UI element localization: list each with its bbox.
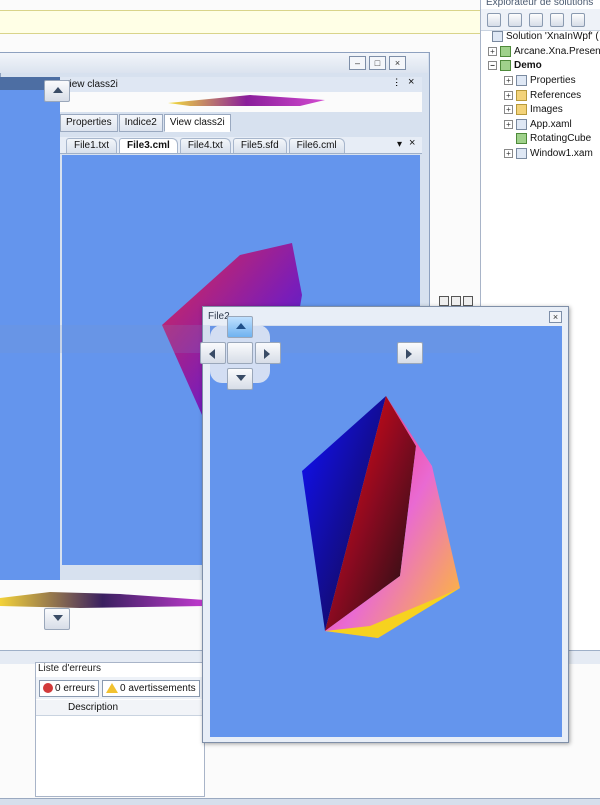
tab-indice2[interactable]: Indice2 — [118, 114, 163, 132]
tree-item[interactable]: + Properties — [504, 73, 576, 87]
project-icon — [500, 59, 511, 71]
error-list-title: Liste d'erreurs — [38, 663, 102, 674]
arrow-up-icon — [236, 323, 246, 329]
properties-icon[interactable] — [508, 12, 522, 27]
restore-icon[interactable] — [439, 296, 449, 306]
solution-explorer-title: Explorateur de solutions — [486, 0, 594, 8]
maximize-icon[interactable] — [451, 296, 461, 306]
tab-view-class2i[interactable]: View class2i — [163, 114, 231, 132]
dock-far-right-button[interactable] — [397, 342, 423, 364]
dock-top-button[interactable] — [227, 316, 253, 338]
arrow-up-icon — [53, 87, 63, 93]
tree-item-label: Images — [530, 103, 563, 115]
error-list-toolbar: 0 erreurs 0 avertissements — [36, 677, 204, 699]
file-tab[interactable]: File6.cml — [288, 138, 345, 153]
tree-item-label: Properties — [530, 74, 576, 86]
dock-left-button[interactable] — [200, 342, 226, 364]
tree-item[interactable]: Solution 'XnaInWpf' ( — [492, 29, 599, 43]
status-bar — [0, 798, 600, 805]
expand-icon[interactable]: + — [504, 90, 513, 100]
dock-far-top-button[interactable] — [44, 80, 70, 102]
tree-item[interactable]: + App.xaml — [504, 117, 572, 131]
tree-item-label: Window1.xam — [530, 147, 593, 159]
dock-right-button[interactable] — [255, 342, 281, 364]
tree-item-label: RotatingCube — [530, 132, 592, 144]
pin-icon[interactable]: ⵗ — [395, 78, 398, 89]
file-tab-active[interactable]: File3.cml — [119, 138, 178, 153]
tab-properties[interactable]: Properties — [60, 114, 118, 132]
file-tab[interactable]: File5.sfd — [232, 138, 287, 153]
expand-icon[interactable]: + — [504, 75, 513, 85]
arrow-down-icon — [236, 375, 246, 381]
expand-icon[interactable]: + — [504, 148, 513, 158]
cube-thumbnail-bottom — [0, 580, 205, 632]
close-button[interactable]: × — [389, 56, 406, 70]
warnings-count-label: 0 avertissements — [120, 682, 196, 694]
errors-filter-button[interactable]: 0 erreurs — [39, 679, 100, 697]
panel-tabs: Properties Indice2 View class2i — [60, 114, 231, 134]
tree-item[interactable]: + References — [504, 88, 581, 102]
properties-folder-icon — [516, 74, 527, 86]
errors-count-label: 0 erreurs — [55, 682, 96, 694]
floating-window-close-button[interactable]: × — [549, 311, 562, 323]
solution-icon — [492, 30, 503, 42]
error-icon — [43, 683, 53, 693]
rotating-cube-render-large — [302, 396, 460, 638]
expand-icon[interactable]: + — [488, 46, 497, 56]
tree-item-label: App.xaml — [530, 118, 572, 130]
solution-explorer-toolbar — [481, 9, 600, 31]
folder-icon — [516, 103, 527, 115]
xaml-file-icon — [516, 118, 527, 130]
arrow-right-icon — [406, 349, 412, 359]
dock-bottom-button[interactable] — [227, 368, 253, 390]
arrow-right-icon — [264, 349, 270, 359]
minimize-button[interactable]: – — [349, 56, 366, 70]
thumbnail-strip — [60, 92, 422, 112]
tree-item-label: Arcane.Xna.Presen — [514, 45, 600, 57]
tree-item[interactable]: − Demo — [488, 58, 542, 72]
tree-item-label: Solution 'XnaInWpf' ( — [506, 30, 599, 42]
close-icon[interactable] — [463, 296, 473, 306]
arrow-left-icon — [209, 349, 215, 359]
xaml-file-icon — [516, 147, 527, 159]
float-window-caption-buttons — [439, 296, 475, 306]
file-tab[interactable]: File1.txt — [66, 138, 118, 153]
show-all-files-icon[interactable] — [487, 12, 501, 27]
dock-far-bottom-button[interactable] — [44, 608, 70, 630]
thumbnail-strip-bottom — [0, 580, 205, 632]
file-tabs: File1.txt File3.cml File4.txt File5.sfd … — [66, 138, 345, 154]
error-list-column-description[interactable]: Description — [36, 700, 204, 716]
warning-icon — [106, 683, 119, 693]
tree-item-label: Demo — [514, 59, 542, 71]
project-icon — [500, 45, 511, 57]
tree-item[interactable]: + Arcane.Xna.Presen — [488, 44, 600, 58]
view-code-icon[interactable] — [550, 12, 564, 27]
expand-icon[interactable]: + — [504, 119, 513, 129]
csharp-file-icon — [516, 132, 527, 144]
viewport-file2[interactable] — [210, 326, 562, 737]
collapse-icon[interactable]: − — [488, 60, 497, 70]
cube-thumbnail — [168, 95, 325, 106]
refresh-icon[interactable] — [529, 12, 543, 27]
restore-button[interactable]: □ — [369, 56, 386, 70]
file-tab[interactable]: File4.txt — [179, 138, 231, 153]
tree-item-label: References — [530, 89, 582, 101]
file-tab-close-icon[interactable]: × — [409, 137, 415, 149]
floating-window-title[interactable]: File2 — [204, 308, 566, 326]
expand-icon[interactable]: + — [504, 104, 513, 114]
arrow-down-icon — [53, 615, 63, 621]
tree-item[interactable]: + Window1.xam — [504, 146, 593, 160]
panel-close-icon[interactable]: × — [408, 76, 414, 88]
view-designer-icon[interactable] — [571, 12, 585, 27]
dock-center-button[interactable] — [227, 342, 253, 364]
file-tabs-dropdown-icon[interactable]: ▾ — [397, 139, 402, 150]
references-icon — [516, 89, 527, 101]
tree-item[interactable]: RotatingCube — [516, 131, 591, 145]
warnings-filter-button[interactable]: 0 avertissements — [102, 679, 200, 697]
tree-item[interactable]: + Images — [504, 102, 563, 116]
